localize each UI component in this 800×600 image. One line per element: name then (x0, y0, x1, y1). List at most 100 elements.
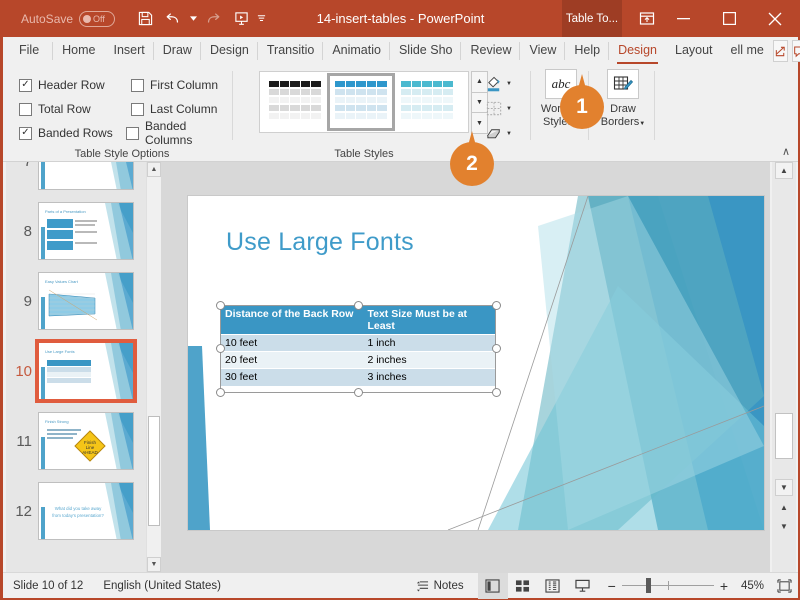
slide-thumbnail-pane[interactable]: 7 8 Parts of a Presentation (6, 162, 146, 572)
comments-icon[interactable] (792, 40, 800, 62)
resize-handle-bottom-right[interactable] (492, 388, 501, 397)
save-icon[interactable] (131, 5, 159, 33)
first-column-checkbox-box[interactable] (131, 79, 144, 92)
resize-handle-top-center[interactable] (354, 301, 363, 310)
resize-handle-bottom-left[interactable] (216, 388, 225, 397)
slide-thumbnail[interactable]: Parts of a Presentation (38, 202, 134, 260)
maximize-icon[interactable] (706, 0, 752, 37)
thumbnail-scrollbar-thumb[interactable] (148, 416, 160, 526)
tab-design[interactable]: Design (201, 37, 258, 65)
list-item[interactable]: 7 (6, 162, 146, 196)
minimize-icon[interactable] (660, 0, 706, 37)
tab-draw[interactable]: Draw (154, 37, 201, 65)
editor-scrollbar-thumb[interactable] (775, 413, 793, 459)
thumbnail-scroll-up-button[interactable]: ▲ (147, 162, 161, 177)
tab-home[interactable]: Home (53, 37, 104, 65)
thumbnail-scroll-down-button[interactable]: ▼ (147, 557, 161, 572)
table-style-blue-accent[interactable] (330, 76, 392, 128)
total-row-checkbox-box[interactable] (19, 103, 32, 116)
banded-rows-checkbox-box[interactable]: ✓ (19, 127, 32, 140)
list-item[interactable]: 11 Finish Strong Finish Line AHEAD (6, 406, 146, 476)
collapse-ribbon-icon[interactable]: ∧ (782, 145, 790, 158)
zoom-slider-handle[interactable] (646, 578, 651, 593)
tab-animations[interactable]: Animatio (323, 37, 390, 65)
slide-indicator[interactable]: Slide 10 of 12 (3, 580, 93, 592)
list-item[interactable]: 12 What did you take away from today's p… (6, 476, 146, 546)
zoom-in-button[interactable]: + (714, 578, 736, 594)
slide-show-button[interactable] (568, 573, 598, 599)
header-row-checkbox-box[interactable]: ✓ (19, 79, 32, 92)
checkbox-first-column[interactable]: First Column (131, 78, 218, 92)
tab-table-design[interactable]: Design (609, 37, 666, 65)
list-item[interactable]: 10 Use Large Fonts (6, 336, 146, 406)
slide-title[interactable]: Use Large Fonts (226, 228, 414, 257)
resize-handle-middle-left[interactable] (216, 344, 225, 353)
zoom-slider[interactable] (622, 573, 714, 599)
contextual-tab-table-tools[interactable]: Table To... (562, 0, 622, 37)
notes-button[interactable]: Notes (416, 580, 478, 592)
draw-borders-chevron-down-icon[interactable]: ▼ (639, 121, 645, 127)
tab-help[interactable]: Help (565, 37, 609, 65)
slide-sorter-view-button[interactable] (508, 573, 538, 599)
previous-slide-button[interactable]: ▲ (775, 499, 793, 516)
start-presentation-icon[interactable] (227, 5, 255, 33)
draw-borders-icon[interactable] (607, 69, 639, 99)
slide-editor-area[interactable]: Use Large Fonts Distance of the Back Row… (161, 162, 770, 572)
last-column-checkbox-box[interactable] (131, 103, 144, 116)
checkbox-total-row[interactable]: Total Row (19, 102, 131, 116)
banded-columns-checkbox-box[interactable] (126, 127, 139, 140)
slide-thumbnail-active[interactable]: Use Large Fonts (38, 342, 134, 400)
current-slide[interactable]: Use Large Fonts Distance of the Back Row… (188, 196, 764, 530)
checkbox-last-column[interactable]: Last Column (131, 102, 217, 116)
slide-editor-scrollbar[interactable]: ▲ ▼ ▲ ▼ (772, 162, 796, 572)
language-indicator[interactable]: English (United States) (93, 580, 231, 592)
ribbon-display-options-icon[interactable] (631, 0, 663, 37)
tab-slide-show[interactable]: Slide Sho (390, 37, 462, 65)
slide-thumbnail[interactable]: Easy Values Chart (38, 272, 134, 330)
thumbnail-pane-scrollbar[interactable]: ▲ ▼ (146, 162, 160, 572)
checkbox-banded-columns[interactable]: Banded Columns (126, 119, 233, 147)
effects-chevron-down-icon[interactable]: ▼ (506, 131, 512, 137)
tab-file[interactable]: File (3, 37, 53, 65)
table-style-dark[interactable] (264, 76, 326, 128)
checkbox-banded-rows[interactable]: ✓ Banded Rows (19, 126, 126, 140)
resize-handle-bottom-center[interactable] (354, 388, 363, 397)
editor-scroll-down-button[interactable]: ▼ (775, 479, 793, 496)
autosave-toggle[interactable]: Off (79, 11, 115, 27)
list-item[interactable]: 8 Parts of a Presentation (6, 196, 146, 266)
reading-view-button[interactable] (538, 573, 568, 599)
slide-table[interactable]: Distance of the Back Row Text Size Must … (221, 306, 495, 386)
share-icon[interactable] (773, 40, 788, 62)
resize-handle-middle-right[interactable] (492, 344, 501, 353)
tab-tell-me[interactable]: ell me (722, 37, 773, 65)
table-styles-gallery[interactable] (259, 71, 469, 133)
shading-chevron-down-icon[interactable]: ▼ (506, 81, 512, 87)
tab-view[interactable]: View (520, 37, 565, 65)
resize-handle-top-right[interactable] (492, 301, 501, 310)
customize-quick-access-toolbar-icon[interactable] (255, 5, 267, 33)
tab-review[interactable]: Review (461, 37, 520, 65)
slide-thumbnail[interactable] (38, 162, 134, 190)
tab-table-layout[interactable]: Layout (666, 37, 722, 65)
undo-chevron-down-icon[interactable] (187, 5, 199, 33)
table-style-teal-accent[interactable] (396, 76, 458, 128)
tab-transitions[interactable]: Transitio (258, 37, 323, 65)
borders-button[interactable]: ▼ (485, 98, 529, 120)
normal-view-button[interactable] (478, 573, 508, 599)
close-icon[interactable] (752, 0, 798, 37)
resize-handle-top-left[interactable] (216, 301, 225, 310)
fit-to-window-button[interactable] (770, 573, 798, 599)
slide-thumbnail[interactable]: Finish Strong Finish Line AHEAD (38, 412, 134, 470)
tab-insert[interactable]: Insert (105, 37, 154, 65)
next-slide-button[interactable]: ▼ (775, 518, 793, 535)
borders-chevron-down-icon[interactable]: ▼ (506, 106, 512, 112)
undo-icon[interactable] (159, 5, 187, 33)
zoom-level[interactable]: 45% (736, 580, 770, 592)
checkbox-header-row[interactable]: ✓ Header Row (19, 78, 131, 92)
slide-thumbnail[interactable]: What did you take away from today's pres… (38, 482, 134, 540)
autosave-control[interactable]: AutoSave Off (21, 11, 115, 27)
zoom-out-button[interactable]: − (598, 578, 622, 594)
list-item[interactable]: 9 Easy Values Chart (6, 266, 146, 336)
editor-scroll-up-button[interactable]: ▲ (775, 162, 793, 179)
shading-button[interactable]: ▼ (485, 73, 529, 95)
